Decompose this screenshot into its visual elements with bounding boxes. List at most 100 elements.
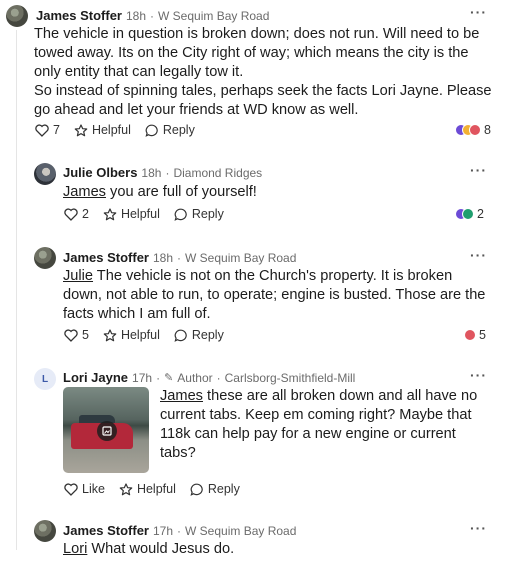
mention-link[interactable]: Lori [63,541,87,557]
comment-text: Lori What would Jesus do. [63,540,493,559]
more-dots-icon[interactable]: ··· [470,4,487,20]
comment-body: The vehicle is not on the Church's prope… [63,268,486,322]
mention-link[interactable]: James [160,388,203,404]
reaction-summary[interactable]: 8 [455,123,491,137]
timestamp: 17h [132,370,153,385]
timestamp: 18h [141,165,162,180]
reaction-count: 8 [484,123,491,137]
reply-bubble-icon [174,208,187,221]
reply-button[interactable]: Reply [190,482,240,496]
star-icon [103,328,117,341]
like-button[interactable]: 2 [64,207,89,221]
helpful-label: Helpful [91,123,131,137]
reply-label: Reply [191,207,224,221]
helpful-button[interactable]: Helpful [103,328,160,342]
like-button[interactable]: 5 [64,328,89,342]
comment-body: these are all broken down and all have n… [160,388,478,461]
separator: · [156,370,161,385]
more-dots-icon[interactable]: ··· [470,162,487,178]
comment-text: Julie The vehicle is not on the Church's… [63,267,495,324]
more-dots-icon[interactable]: ··· [470,520,487,536]
author-name[interactable]: James Stoffer [63,523,149,538]
heart-reaction-icon [469,124,481,136]
more-dots-icon[interactable]: ··· [470,247,487,263]
star-icon [74,123,88,136]
author-name[interactable]: Julie Olbers [63,165,137,180]
heart-icon [64,328,78,342]
neighborhood[interactable]: Carlsborg-Smithfield-Mill [225,371,356,385]
like-count: 2 [82,207,89,221]
comment-paragraph: The vehicle in question is broken down; … [34,26,480,80]
reply-label: Reply [191,328,224,342]
author-name[interactable]: James Stoffer [63,250,149,265]
like-button[interactable]: 7 [35,123,60,137]
like-count: 5 [82,328,89,342]
separator: · [177,523,182,538]
reply-button[interactable]: Reply [145,123,195,137]
thread-line [16,30,17,550]
mention-link[interactable]: James [63,184,106,200]
star-icon [119,482,133,495]
like-label: Like [82,482,105,496]
author-name[interactable]: Lori Jayne [63,370,128,385]
separator: · [177,250,182,265]
thank-reaction-icon [462,208,474,220]
timestamp: 17h [152,523,174,538]
avatar[interactable] [34,247,56,269]
heart-reaction-icon [464,329,476,341]
photo-gallery-icon [97,421,117,441]
avatar[interactable]: L [34,368,56,390]
author-badge: Author [177,370,213,385]
attached-photo[interactable] [63,387,149,473]
reply-bubble-icon [145,124,158,137]
helpful-button[interactable]: Helpful [119,482,176,496]
heart-icon [35,123,49,137]
comment-actions: 7 Helpful Reply [35,123,209,137]
comment-meta: Julie Olbers 18h · Diamond Ridges [63,165,262,180]
helpful-button[interactable]: Helpful [74,123,131,137]
mention-link[interactable]: Julie [63,268,93,284]
comment-actions: 2 Helpful Reply [64,207,238,221]
helpful-label: Helpful [136,482,176,496]
comment-meta: Lori Jayne 17h · ✎ Author · Carlsborg-Sm… [63,370,355,385]
reply-bubble-icon [190,483,203,496]
reply-bubble-icon [174,329,187,342]
neighborhood[interactable]: W Sequim Bay Road [185,251,296,265]
more-dots-icon[interactable]: ··· [470,367,487,383]
avatar[interactable] [6,5,28,27]
comment-text: The vehicle in question is broken down; … [34,25,494,120]
comment-actions: 5 Helpful Reply [64,328,238,342]
reply-button[interactable]: Reply [174,328,224,342]
avatar-initial: L [41,373,49,385]
comment-text: James you are full of yourself! [63,183,493,202]
helpful-button[interactable]: Helpful [103,207,160,221]
comment-body: What would Jesus do. [87,541,235,557]
neighborhood[interactable]: Diamond Ridges [173,166,262,180]
comment-meta: James Stoffer 18h · W Sequim Bay Road [63,250,296,265]
comment-meta: James Stoffer 17h · W Sequim Bay Road [63,523,296,538]
helpful-label: Helpful [120,328,160,342]
timestamp: 18h [152,250,174,265]
reaction-count: 2 [477,207,484,221]
comment-text: James these are all broken down and all … [160,387,495,463]
comment-paragraph: So instead of spinning tales, perhaps se… [34,83,492,118]
pencil-icon: ✎ [164,372,174,384]
reaction-summary[interactable]: 2 [455,207,484,221]
reply-button[interactable]: Reply [174,207,224,221]
like-button[interactable]: Like [64,482,105,496]
separator: · [150,8,155,23]
avatar[interactable] [34,520,56,542]
comment-actions: Like Helpful Reply [64,482,254,496]
reaction-count: 5 [479,328,486,342]
reaction-summary[interactable]: 5 [464,328,486,342]
reply-label: Reply [162,123,195,137]
avatar[interactable] [34,163,56,185]
comment-body: you are full of yourself! [105,184,257,200]
comment-meta: James Stoffer 18h · W Sequim Bay Road [36,8,269,23]
author-name[interactable]: James Stoffer [36,8,122,23]
star-icon [103,207,117,220]
neighborhood[interactable]: W Sequim Bay Road [185,524,296,538]
neighborhood[interactable]: W Sequim Bay Road [158,9,269,23]
separator: · [216,370,221,385]
timestamp: 18h [125,8,147,23]
